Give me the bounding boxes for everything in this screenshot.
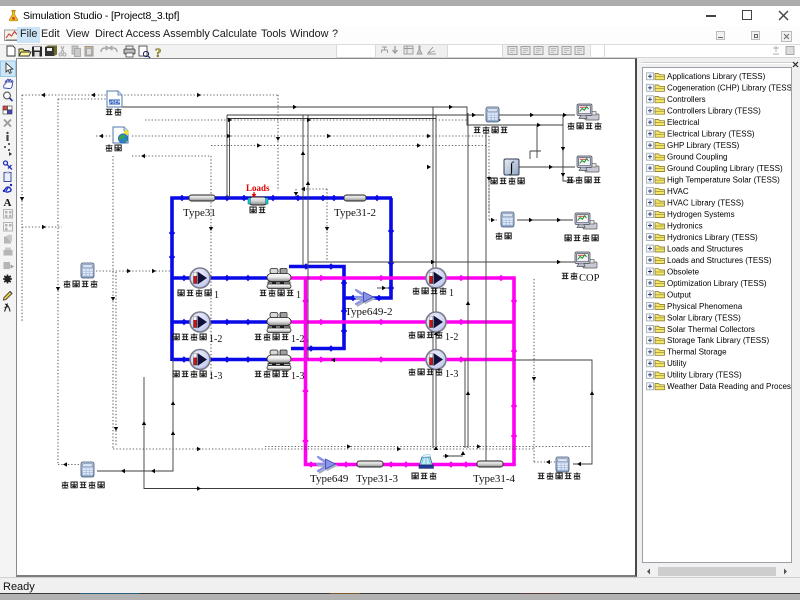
svg-text:1-3: 1-3 xyxy=(291,371,304,382)
svg-text:Applications Library (TESS): Applications Library (TESS) xyxy=(667,72,766,81)
svg-text:Thermal Storage: Thermal Storage xyxy=(667,348,727,357)
svg-text:Optimization Library (TESS): Optimization Library (TESS) xyxy=(667,279,767,288)
svg-text:A: A xyxy=(4,197,12,209)
svg-text:Electrical: Electrical xyxy=(667,118,700,127)
svg-text:High Temperature Solar (TESS): High Temperature Solar (TESS) xyxy=(667,176,780,185)
svg-text:Obsolete: Obsolete xyxy=(667,267,700,276)
svg-text:Electrical Library (TESS): Electrical Library (TESS) xyxy=(667,130,755,139)
svg-text:Ground Coupling Library (TESS): Ground Coupling Library (TESS) xyxy=(667,164,783,173)
svg-text:?: ? xyxy=(155,45,162,58)
svg-text:HVAC Library (TESS): HVAC Library (TESS) xyxy=(667,199,744,208)
svg-text:Solar Library (TESS): Solar Library (TESS) xyxy=(667,313,741,322)
svg-text:Solar Thermal Collectors: Solar Thermal Collectors xyxy=(667,325,755,334)
svg-text:Controllers Library (TESS): Controllers Library (TESS) xyxy=(667,107,761,116)
svg-text:Type649: Type649 xyxy=(310,473,349,485)
svg-text:1: 1 xyxy=(449,288,454,299)
svg-text:1-2: 1-2 xyxy=(209,334,222,345)
svg-text:1: 1 xyxy=(296,290,301,301)
svg-text:Utility Library (TESS): Utility Library (TESS) xyxy=(667,371,742,380)
svg-text:Physical Phenomena: Physical Phenomena xyxy=(667,302,743,311)
svg-text:Storage Tank Library (TESS): Storage Tank Library (TESS) xyxy=(667,336,769,345)
svg-text:Type31-3: Type31-3 xyxy=(356,473,398,485)
svg-text:Ground Coupling: Ground Coupling xyxy=(667,153,727,162)
svg-text:Utility: Utility xyxy=(667,359,687,368)
svg-text:Type31: Type31 xyxy=(183,207,216,219)
svg-text:Hydronics Library (TESS): Hydronics Library (TESS) xyxy=(667,233,758,242)
svg-text:Output: Output xyxy=(667,290,692,299)
svg-text:Controllers: Controllers xyxy=(667,95,706,104)
svg-text:GHP Library (TESS): GHP Library (TESS) xyxy=(667,141,740,150)
svg-text:1: 1 xyxy=(214,290,219,301)
svg-text:1-3: 1-3 xyxy=(209,371,222,382)
svg-text:Type31-4: Type31-4 xyxy=(473,473,515,485)
svg-text:Hydrogen Systems: Hydrogen Systems xyxy=(667,210,735,219)
svg-text:USER: USER xyxy=(108,100,121,105)
svg-text:Loads: Loads xyxy=(246,183,270,193)
svg-text:1-3: 1-3 xyxy=(445,369,458,380)
svg-text:1-2: 1-2 xyxy=(291,334,304,345)
svg-text:Type31-2: Type31-2 xyxy=(334,207,376,219)
svg-text:Hydronics: Hydronics xyxy=(667,221,703,230)
svg-text:COP: COP xyxy=(579,273,600,284)
svg-text:Loads and Structures (TESS): Loads and Structures (TESS) xyxy=(667,256,772,265)
svg-text:Loads and Structures: Loads and Structures xyxy=(667,244,743,253)
svg-text:1-2: 1-2 xyxy=(445,332,458,343)
svg-text:Weather Data Reading and Proce: Weather Data Reading and Process xyxy=(667,382,792,391)
svg-text:HVAC: HVAC xyxy=(667,187,689,196)
svg-text:Cogeneration (CHP) Library (TE: Cogeneration (CHP) Library (TESS) xyxy=(667,84,792,93)
svg-text:Type649-2: Type649-2 xyxy=(345,306,393,318)
